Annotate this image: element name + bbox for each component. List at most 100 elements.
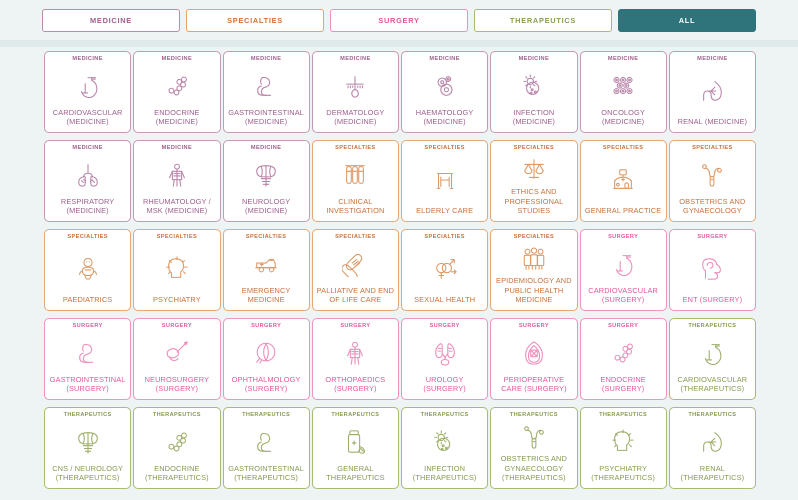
- test-tubes-icon: [315, 154, 396, 197]
- specialty-card[interactable]: SPECIALTIES PALLIATIVE AND END OF LIFE CA…: [311, 229, 399, 311]
- specialty-card[interactable]: THERAPEUTICS RENAL (THERAPEUTICS): [668, 407, 756, 489]
- blood-cells-icon: [404, 65, 485, 108]
- card-category-label: MEDICINE: [518, 56, 550, 62]
- scales-of-justice-icon: [493, 154, 574, 188]
- specialty-card[interactable]: SURGERY NEUROSURGERY (SURGERY): [133, 318, 221, 400]
- card-title: CARDIOVASCULAR (SURGERY): [588, 285, 658, 305]
- card-category-label: SPECIALTIES: [335, 145, 376, 151]
- specialty-card[interactable]: MEDICINE NEUROLOGY (MEDICINE): [222, 140, 310, 222]
- card-title: EMERGENCY MEDICINE: [241, 285, 291, 305]
- specialty-card[interactable]: MEDICINE RHEUMATOLOGY / MSK (MEDICINE): [133, 140, 221, 222]
- specialty-card[interactable]: MEDICINE ENDOCRINE (MEDICINE): [133, 51, 221, 133]
- specialty-card[interactable]: SURGERY ENT (SURGERY): [668, 229, 756, 311]
- specialty-card[interactable]: MEDICINE GASTROINTESTINAL (MEDICINE): [222, 51, 310, 133]
- heart-icon: [672, 332, 753, 375]
- specialty-card[interactable]: THERAPEUTICS OBSTETRICS AND GYNAECOLOGY (…: [490, 407, 578, 489]
- card-title: RESPIRATORY (MEDICINE): [60, 196, 115, 216]
- walking-frame-icon: [404, 154, 485, 207]
- head-mind-icon: [583, 421, 664, 464]
- filter-tab-label: MEDICINE: [90, 15, 132, 25]
- hormone-molecule-icon: [136, 421, 217, 464]
- specialty-card-grid: MEDICINE CARDIOVASCULAR (MEDICINE) MEDICIN…: [44, 51, 756, 489]
- specialty-card[interactable]: THERAPEUTICS ENDOCRINE (THERAPEUTICS): [133, 407, 221, 489]
- specialty-card[interactable]: SPECIALTIES CLINICAL INVESTIGATION: [311, 140, 399, 222]
- specialty-card[interactable]: MEDICINE ONCOLOGY (MEDICINE): [579, 51, 667, 133]
- card-category-label: SURGERY: [608, 234, 639, 240]
- card-title: ETHICS AND PROFESSIONAL STUDIES: [504, 187, 564, 216]
- card-category-label: SPECIALTIES: [513, 234, 555, 240]
- interlocking-hearts-icon: [315, 243, 396, 286]
- filter-tab-label: SURGERY: [378, 15, 420, 25]
- filter-tab-medicine[interactable]: MEDICINE: [42, 8, 180, 32]
- specialty-card[interactable]: MEDICINE INFECTION (MEDICINE): [490, 51, 578, 133]
- card-title: ENDOCRINE (THERAPEUTICS): [145, 463, 209, 483]
- specialty-card[interactable]: SPECIALTIES EPIDEMIOLOGY AND PUBLIC HEALT…: [490, 229, 578, 311]
- specialty-card[interactable]: MEDICINE DERMATOLOGY (MEDICINE): [311, 51, 399, 133]
- card-category-label: SPECIALTIES: [245, 234, 287, 240]
- card-category-label: MEDICINE: [607, 56, 639, 62]
- card-title: CARDIOVASCULAR (THERAPEUTICS): [677, 374, 748, 394]
- card-category-label: SPECIALTIES: [424, 234, 465, 240]
- card-category-label: THERAPEUTICS: [63, 412, 112, 418]
- kidney-icon: [672, 65, 753, 118]
- skeleton-body-icon: [315, 332, 396, 375]
- specialty-card[interactable]: THERAPEUTICS GASTROINTESTINAL (THERAPEUTI…: [222, 407, 310, 489]
- specialty-card[interactable]: SPECIALTIES GENERAL PRACTICE: [579, 140, 667, 222]
- filter-tab-label: SPECIALTIES: [227, 15, 283, 25]
- baby-icon: [47, 243, 128, 296]
- filter-tab-all[interactable]: ALL: [618, 8, 756, 32]
- specialty-card[interactable]: SPECIALTIES SEXUAL HEALTH: [401, 229, 489, 311]
- toolbar-divider: [0, 40, 798, 47]
- specialty-card[interactable]: SURGERY ORTHOPAEDICS (SURGERY): [311, 318, 399, 400]
- specialty-card[interactable]: SURGERY GASTROINTESTINAL (SURGERY): [44, 318, 132, 400]
- card-title: GENERAL THERAPEUTICS: [326, 463, 385, 483]
- ambulance-icon: [226, 243, 307, 286]
- filter-tab-surgery[interactable]: SURGERY: [330, 8, 468, 32]
- specialty-card[interactable]: MEDICINE RESPIRATORY (MEDICINE): [44, 140, 132, 222]
- specialty-card[interactable]: THERAPEUTICS CNS / NEUROLOGY (THERAPEUTIC…: [44, 407, 132, 489]
- population-group-icon: [493, 243, 574, 277]
- specialty-card[interactable]: THERAPEUTICS GENERAL THERAPEUTICS: [311, 407, 399, 489]
- card-title: ORTHOPAEDICS (SURGERY): [325, 374, 386, 394]
- filter-tab-specialties[interactable]: SPECIALTIES: [186, 8, 324, 32]
- card-category-label: MEDICINE: [161, 145, 193, 151]
- card-title: RENAL (THERAPEUTICS): [680, 463, 745, 483]
- ear-nose-throat-icon: [672, 243, 753, 296]
- filter-tab-therapeutics[interactable]: THERAPEUTICS: [474, 8, 612, 32]
- card-category-label: THERAPEUTICS: [420, 412, 469, 418]
- specialty-card[interactable]: SURGERY OPHTHALMOLOGY (SURGERY): [222, 318, 310, 400]
- specialty-card[interactable]: SURGERY PERIOPERATIVE CARE (SURGERY): [490, 318, 578, 400]
- specialty-card[interactable]: SPECIALTIES EMERGENCY MEDICINE: [222, 229, 310, 311]
- card-title: GASTROINTESTINAL (SURGERY): [49, 374, 126, 394]
- card-category-label: SURGERY: [608, 323, 639, 329]
- specialty-card[interactable]: SPECIALTIES ETHICS AND PROFESSIONAL STUDI…: [490, 140, 578, 222]
- specialty-card[interactable]: SURGERY UROLOGY (SURGERY): [401, 318, 489, 400]
- head-mind-icon: [136, 243, 217, 296]
- card-title: OPHTHALMOLOGY (SURGERY): [231, 374, 301, 394]
- specialty-card[interactable]: SPECIALTIES OBSTETRICS AND GYNAECOLOGY: [668, 140, 756, 222]
- specialty-card[interactable]: THERAPEUTICS CARDIOVASCULAR (THERAPEUTICS…: [668, 318, 756, 400]
- specialty-card[interactable]: MEDICINE RENAL (MEDICINE): [668, 51, 756, 133]
- specialty-card[interactable]: MEDICINE CARDIOVASCULAR (MEDICINE): [44, 51, 132, 133]
- specialty-card[interactable]: MEDICINE HAEMATOLOGY (MEDICINE): [401, 51, 489, 133]
- specialty-card[interactable]: THERAPEUTICS PSYCHIATRY (THERAPEUTICS): [579, 407, 667, 489]
- card-category-label: THERAPEUTICS: [688, 323, 737, 329]
- card-title: GENERAL PRACTICE: [584, 206, 662, 216]
- eye-icon: [226, 332, 307, 375]
- specialty-card[interactable]: SPECIALTIES PSYCHIATRY: [133, 229, 221, 311]
- card-title: PALLIATIVE AND END OF LIFE CARE: [316, 285, 395, 305]
- card-category-label: MEDICINE: [697, 56, 728, 62]
- card-category-label: MEDICINE: [429, 56, 460, 62]
- specialty-card[interactable]: SURGERY ENDOCRINE (SURGERY): [579, 318, 667, 400]
- card-category-label: MEDICINE: [250, 56, 282, 62]
- card-title: PSYCHIATRY: [153, 295, 201, 305]
- card-category-label: SURGERY: [72, 323, 103, 329]
- card-title: SEXUAL HEALTH: [414, 295, 476, 305]
- specialty-card[interactable]: SPECIALTIES ELDERLY CARE: [401, 140, 489, 222]
- card-title: CNS / NEUROLOGY (THERAPEUTICS): [52, 463, 124, 483]
- specialty-card[interactable]: THERAPEUTICS INFECTION (THERAPEUTICS): [401, 407, 489, 489]
- card-category-label: MEDICINE: [72, 145, 103, 151]
- stomach-intestine-icon: [226, 421, 307, 464]
- specialty-card[interactable]: SPECIALTIES PAEDIATRICS: [44, 229, 132, 311]
- specialty-card[interactable]: SURGERY CARDIOVASCULAR (SURGERY): [579, 229, 667, 311]
